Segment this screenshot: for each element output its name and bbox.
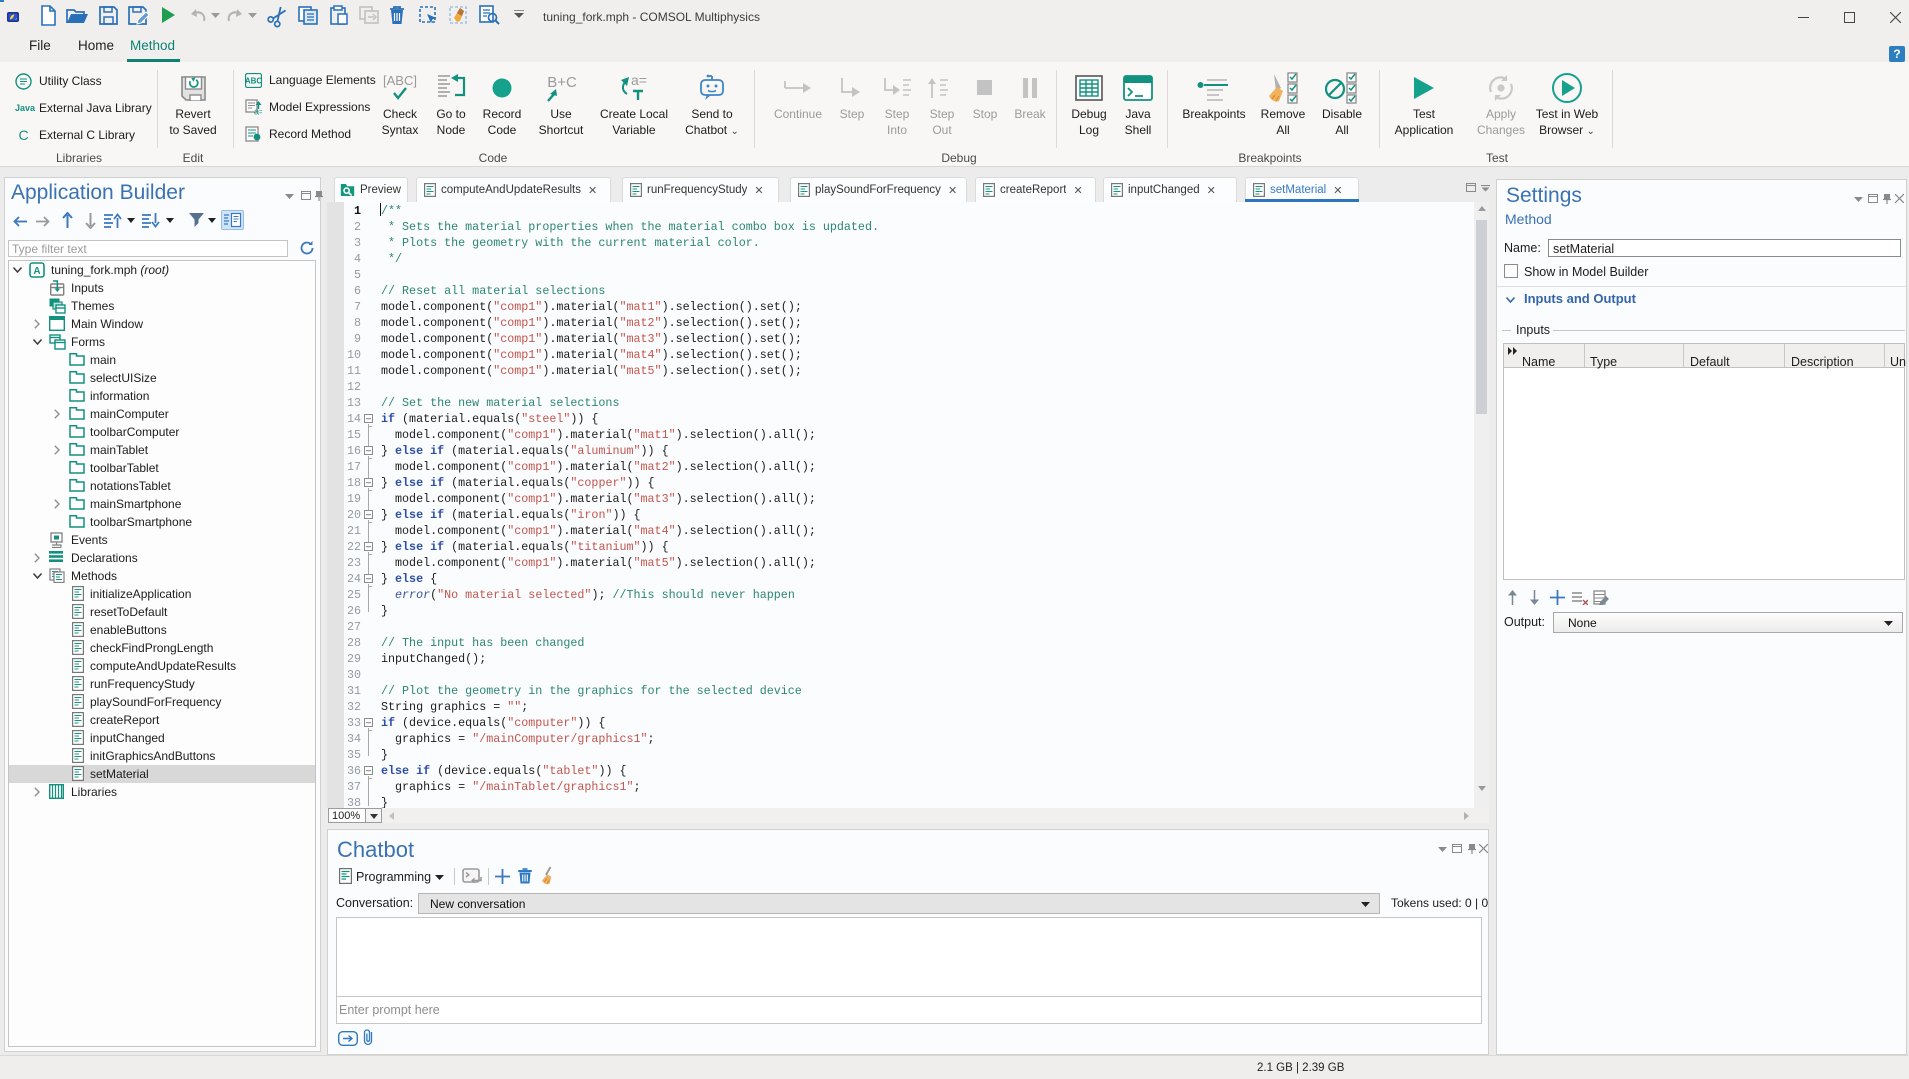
svg-text:A: A [33,266,40,277]
svg-text:a=: a= [631,73,647,88]
svg-text:a=: a= [254,107,262,116]
svg-text:ABC: ABC [245,76,262,85]
svg-text:B+C: B+C [547,74,577,91]
